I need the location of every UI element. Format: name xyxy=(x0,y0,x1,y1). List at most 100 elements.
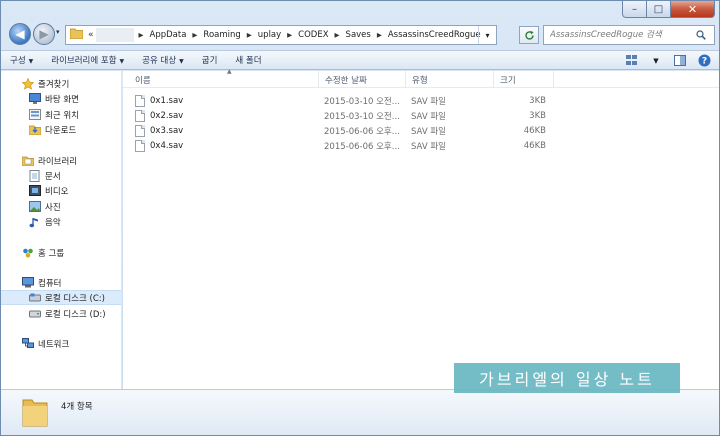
chevron-right-icon[interactable]: ▶ xyxy=(284,31,295,39)
address-bar[interactable]: « ▶ AppData ▶ Roaming ▶ uplay ▶ CODEX ▶ … xyxy=(65,25,497,45)
crumb-appdata[interactable]: AppData xyxy=(147,30,190,40)
sidebar-item-downloads[interactable]: 다운로드 xyxy=(1,122,121,137)
chevron-right-icon[interactable]: ▶ xyxy=(136,31,147,39)
drive-d-icon xyxy=(28,308,41,320)
sidebar-item-recent-places[interactable]: 최근 위치 xyxy=(1,107,121,122)
file-name: 0x2.sav xyxy=(150,110,184,121)
table-row[interactable]: 0x2.sav 2015-03-10 오전... SAV 파일 3KB xyxy=(123,108,553,123)
file-icon xyxy=(135,139,145,152)
column-header-name-label: 이름 xyxy=(135,75,151,86)
hidden-crumbs-button[interactable]: « xyxy=(86,30,96,40)
address-dropdown-icon[interactable]: ▾ xyxy=(478,26,496,44)
column-header-type[interactable]: 유형 xyxy=(406,71,494,88)
sidebar-item-label: 컴퓨터 xyxy=(38,278,62,289)
sidebar-item-label: 즐겨찾기 xyxy=(38,79,70,90)
file-name-cell[interactable]: 0x4.sav xyxy=(135,138,183,153)
sidebar-item-label: 다운로드 xyxy=(45,125,77,136)
chevron-right-icon[interactable]: ▶ xyxy=(244,31,255,39)
sidebar-item-label: 네트워크 xyxy=(38,339,70,350)
sidebar-item-pictures[interactable]: 사진 xyxy=(1,199,121,214)
chevron-down-icon: ▼ xyxy=(28,58,34,65)
sidebar-item-label: 최근 위치 xyxy=(45,110,79,121)
sidebar-item-computer[interactable]: 컴퓨터 xyxy=(1,275,121,290)
crumb-uplay[interactable]: uplay xyxy=(255,30,284,40)
title-bar: – □ ✕ xyxy=(1,1,719,19)
column-headers: 이름 ▲ 수정한 날짜 유형 크기 xyxy=(123,68,719,88)
drive-c-icon xyxy=(28,292,41,304)
refresh-icon xyxy=(524,30,534,40)
file-name-cell[interactable]: 0x1.sav xyxy=(135,93,183,108)
crumb-codex[interactable]: CODEX xyxy=(295,30,331,40)
star-icon xyxy=(21,77,34,90)
preview-pane-button[interactable] xyxy=(671,53,689,68)
watermark-banner: 가브리엘의 일상 노트 xyxy=(454,363,680,393)
more-views-button[interactable]: ▼ xyxy=(647,53,665,68)
table-row[interactable]: 0x4.sav 2015-06-06 오후... SAV 파일 46KB xyxy=(123,138,553,153)
window-controls: – □ ✕ xyxy=(622,1,715,18)
search-box[interactable] xyxy=(543,25,715,45)
recent-pages-dropdown[interactable]: ▾ xyxy=(56,28,60,36)
minimize-button[interactable]: – xyxy=(622,1,647,18)
folder-icon xyxy=(69,28,84,42)
view-icon xyxy=(626,55,637,65)
file-date: 2015-03-10 오전... xyxy=(324,96,400,107)
command-bar: 구성 ▼ 라이브러리에 포함 ▼ 공유 대상 ▼ 굽기 새 폴더 ▼ ? xyxy=(1,50,719,70)
new-folder-button[interactable]: 새 폴더 xyxy=(226,54,270,66)
sidebar-item-music[interactable]: 음악 xyxy=(1,214,121,229)
file-list: 이름 ▲ 수정한 날짜 유형 크기 0x1.sav 2015-03-10 오전.… xyxy=(123,68,719,389)
help-icon: ? xyxy=(698,54,710,67)
table-row[interactable]: 0x1.sav 2015-03-10 오전... SAV 파일 3KB xyxy=(123,93,553,108)
include-in-library-menu[interactable]: 라이브러리에 포함 ▼ xyxy=(42,54,133,66)
details-pane: 4개 항목 xyxy=(1,389,719,435)
sidebar-item-libraries[interactable]: 라이브러리 xyxy=(1,153,121,168)
file-name: 0x4.sav xyxy=(150,140,184,151)
sidebar-item-desktop[interactable]: 바탕 화면 xyxy=(1,91,121,106)
organize-label: 구성 xyxy=(10,56,26,66)
documents-icon xyxy=(28,169,41,182)
chevron-right-icon[interactable]: ▶ xyxy=(374,31,385,39)
back-button[interactable]: ◀ xyxy=(9,23,31,45)
maximize-button[interactable]: □ xyxy=(647,1,671,18)
file-date: 2015-06-06 오후... xyxy=(324,126,400,137)
video-icon xyxy=(28,185,41,197)
column-header-size[interactable]: 크기 xyxy=(494,71,554,88)
column-header-name[interactable]: 이름 ▲ xyxy=(129,68,319,88)
close-button[interactable]: ✕ xyxy=(671,1,715,18)
sidebar-item-favorites[interactable]: 즐겨찾기 xyxy=(1,76,121,91)
file-type: SAV 파일 xyxy=(411,141,446,152)
sidebar-item-local-disk-d[interactable]: 로컬 디스크 (D:) xyxy=(1,306,121,321)
sidebar-item-network[interactable]: 네트워크 xyxy=(1,336,121,351)
organize-menu[interactable]: 구성 ▼ xyxy=(1,54,42,66)
sidebar-item-label: 사진 xyxy=(45,202,61,213)
refresh-button[interactable] xyxy=(519,26,539,44)
change-view-button[interactable] xyxy=(623,53,641,68)
search-icon[interactable] xyxy=(692,30,710,40)
forward-button[interactable]: ▶ xyxy=(33,23,55,45)
chevron-right-icon[interactable]: ▶ xyxy=(332,31,343,39)
sidebar-item-label: 로컬 디스크 (D:) xyxy=(45,309,106,320)
search-input[interactable] xyxy=(544,30,692,40)
help-button[interactable]: ? xyxy=(695,53,713,68)
chevron-right-icon[interactable]: ▶ xyxy=(189,31,200,39)
desktop-icon xyxy=(28,93,41,105)
address-redacted-area xyxy=(95,28,134,42)
sidebar-item-local-disk-c[interactable]: 로컬 디스크 (C:) xyxy=(1,290,121,305)
crumb-roaming[interactable]: Roaming xyxy=(200,30,243,40)
file-icon xyxy=(135,94,145,107)
sidebar-item-label: 비디오 xyxy=(45,186,69,197)
file-name-cell[interactable]: 0x2.sav xyxy=(135,108,183,123)
network-icon xyxy=(21,338,34,350)
table-row[interactable]: 0x3.sav 2015-06-06 오후... SAV 파일 46KB xyxy=(123,123,553,138)
sort-ascending-icon: ▲ xyxy=(227,68,232,75)
sidebar-item-videos[interactable]: 비디오 xyxy=(1,183,121,198)
share-with-menu[interactable]: 공유 대상 ▼ xyxy=(133,54,193,66)
sidebar-item-documents[interactable]: 문서 xyxy=(1,168,121,183)
crumb-saves[interactable]: Saves xyxy=(343,30,374,40)
file-name-cell[interactable]: 0x3.sav xyxy=(135,123,183,138)
include-in-library-label: 라이브러리에 포함 xyxy=(51,56,117,66)
sidebar-item-homegroup[interactable]: 홈 그룹 xyxy=(1,245,121,260)
crumb-assassinscreedrogue[interactable]: AssassinsCreedRogue xyxy=(385,30,484,40)
burn-button[interactable]: 굽기 xyxy=(193,54,227,66)
chevron-down-icon: ▼ xyxy=(119,58,125,65)
column-header-date[interactable]: 수정한 날짜 xyxy=(319,71,406,88)
